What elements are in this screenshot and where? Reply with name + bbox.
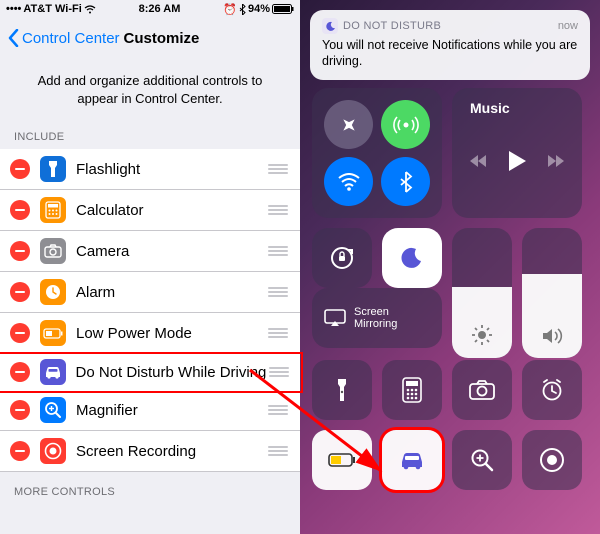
airplane-toggle[interactable] <box>324 100 373 149</box>
back-button[interactable]: Control Center <box>8 29 120 47</box>
remove-button[interactable] <box>10 159 30 179</box>
alarm-tile[interactable] <box>522 360 582 420</box>
dnd-button[interactable] <box>382 228 442 288</box>
section-include-header: INCLUDE <box>0 127 300 149</box>
notification-banner[interactable]: DO NOT DISTURB now You will not receive … <box>310 10 590 80</box>
car-icon <box>40 359 66 385</box>
record-icon <box>40 438 66 464</box>
screen-mirroring-label: Screen Mirroring <box>354 306 397 330</box>
play-button[interactable] <box>506 149 528 173</box>
drag-handle[interactable] <box>268 205 288 215</box>
magnifier-icon <box>40 397 66 423</box>
battery-icon <box>272 4 294 14</box>
calc-icon <box>40 197 66 223</box>
notification-body: You will not receive Notifications while… <box>322 37 578 70</box>
status-bar: •••• AT&T Wi-Fi 8:26 AM ⏰ 94% <box>0 0 300 18</box>
airplay-icon <box>324 309 346 327</box>
back-label: Control Center <box>22 30 120 47</box>
battery-pct: 94% <box>248 3 270 15</box>
remove-button[interactable] <box>10 241 30 261</box>
camera-icon <box>40 238 66 264</box>
list-item[interactable]: Calculator <box>0 190 300 231</box>
notification-title: DO NOT DISTURB <box>343 20 558 32</box>
camera-tile[interactable] <box>452 360 512 420</box>
prev-track-button[interactable] <box>468 153 488 169</box>
list-item[interactable]: Flashlight <box>0 149 300 190</box>
drag-handle[interactable] <box>268 246 288 256</box>
description-text: Add and organize additional controls to … <box>0 58 300 127</box>
drag-handle[interactable] <box>268 405 288 415</box>
control-tiles <box>312 360 588 490</box>
bluetooth-toggle[interactable] <box>381 157 430 206</box>
signal-icon: •••• <box>6 3 21 15</box>
item-label: Alarm <box>76 284 268 301</box>
flashlight-icon <box>40 156 66 182</box>
control-center-pane: DO NOT DISTURB now You will not receive … <box>300 0 600 534</box>
wifi-icon <box>84 5 96 14</box>
list-item[interactable]: Magnifier <box>0 390 300 431</box>
list-item[interactable]: Screen Recording <box>0 431 300 472</box>
item-label: Low Power Mode <box>76 325 268 342</box>
item-label: Do Not Disturb While Driving <box>76 364 269 381</box>
sun-icon <box>471 324 493 346</box>
low-power-tile[interactable] <box>312 430 372 490</box>
time-label: 8:26 AM <box>139 3 181 15</box>
nav-bar: Control Center Customize <box>0 18 300 58</box>
carrier-label: AT&T Wi-Fi <box>23 3 81 15</box>
item-label: Magnifier <box>76 402 268 419</box>
include-list: Flashlight Calculator Camera Alarm Low Power… <box>0 149 300 472</box>
list-item[interactable]: Alarm <box>0 272 300 313</box>
remove-button[interactable] <box>10 323 30 343</box>
cellular-toggle[interactable] <box>381 100 430 149</box>
section-more-header: MORE CONTROLS <box>0 472 300 504</box>
alarm-icon: ⏰ <box>223 3 237 16</box>
flashlight-tile[interactable] <box>312 360 372 420</box>
orientation-lock-button[interactable] <box>312 228 372 288</box>
drag-handle[interactable] <box>269 367 289 377</box>
settings-pane: •••• AT&T Wi-Fi 8:26 AM ⏰ 94% Control Ce… <box>0 0 300 534</box>
item-label: Screen Recording <box>76 443 268 460</box>
remove-button[interactable] <box>10 200 30 220</box>
music-label: Music <box>470 100 570 116</box>
notification-time: now <box>558 20 578 32</box>
remove-button[interactable] <box>10 282 30 302</box>
remove-button[interactable] <box>10 441 30 461</box>
list-item[interactable]: Low Power Mode <box>0 313 300 354</box>
list-item[interactable]: Camera <box>0 231 300 272</box>
connectivity-panel[interactable] <box>312 88 442 218</box>
screen-record-tile[interactable] <box>522 430 582 490</box>
drag-handle[interactable] <box>268 287 288 297</box>
clock-icon <box>40 279 66 305</box>
dnd-driving-tile[interactable] <box>382 430 442 490</box>
remove-button[interactable] <box>10 400 30 420</box>
brightness-slider[interactable] <box>452 228 512 358</box>
media-panel[interactable]: Music <box>452 88 582 218</box>
battery-icon <box>40 320 66 346</box>
drag-handle[interactable] <box>268 328 288 338</box>
calculator-tile[interactable] <box>382 360 442 420</box>
bluetooth-icon <box>239 4 246 15</box>
nav-title: Customize <box>124 30 200 47</box>
magnifier-tile[interactable] <box>452 430 512 490</box>
remove-button[interactable] <box>10 362 30 382</box>
volume-slider[interactable] <box>522 228 582 358</box>
drag-handle[interactable] <box>268 446 288 456</box>
list-item[interactable]: Do Not Disturb While Driving <box>0 352 303 393</box>
wifi-toggle[interactable] <box>324 157 373 206</box>
drag-handle[interactable] <box>268 164 288 174</box>
speaker-icon <box>541 326 563 346</box>
screen-mirroring-button[interactable]: Screen Mirroring <box>312 288 442 348</box>
next-track-button[interactable] <box>546 153 566 169</box>
item-label: Flashlight <box>76 161 268 178</box>
item-label: Camera <box>76 243 268 260</box>
moon-icon <box>322 18 338 34</box>
item-label: Calculator <box>76 202 268 219</box>
